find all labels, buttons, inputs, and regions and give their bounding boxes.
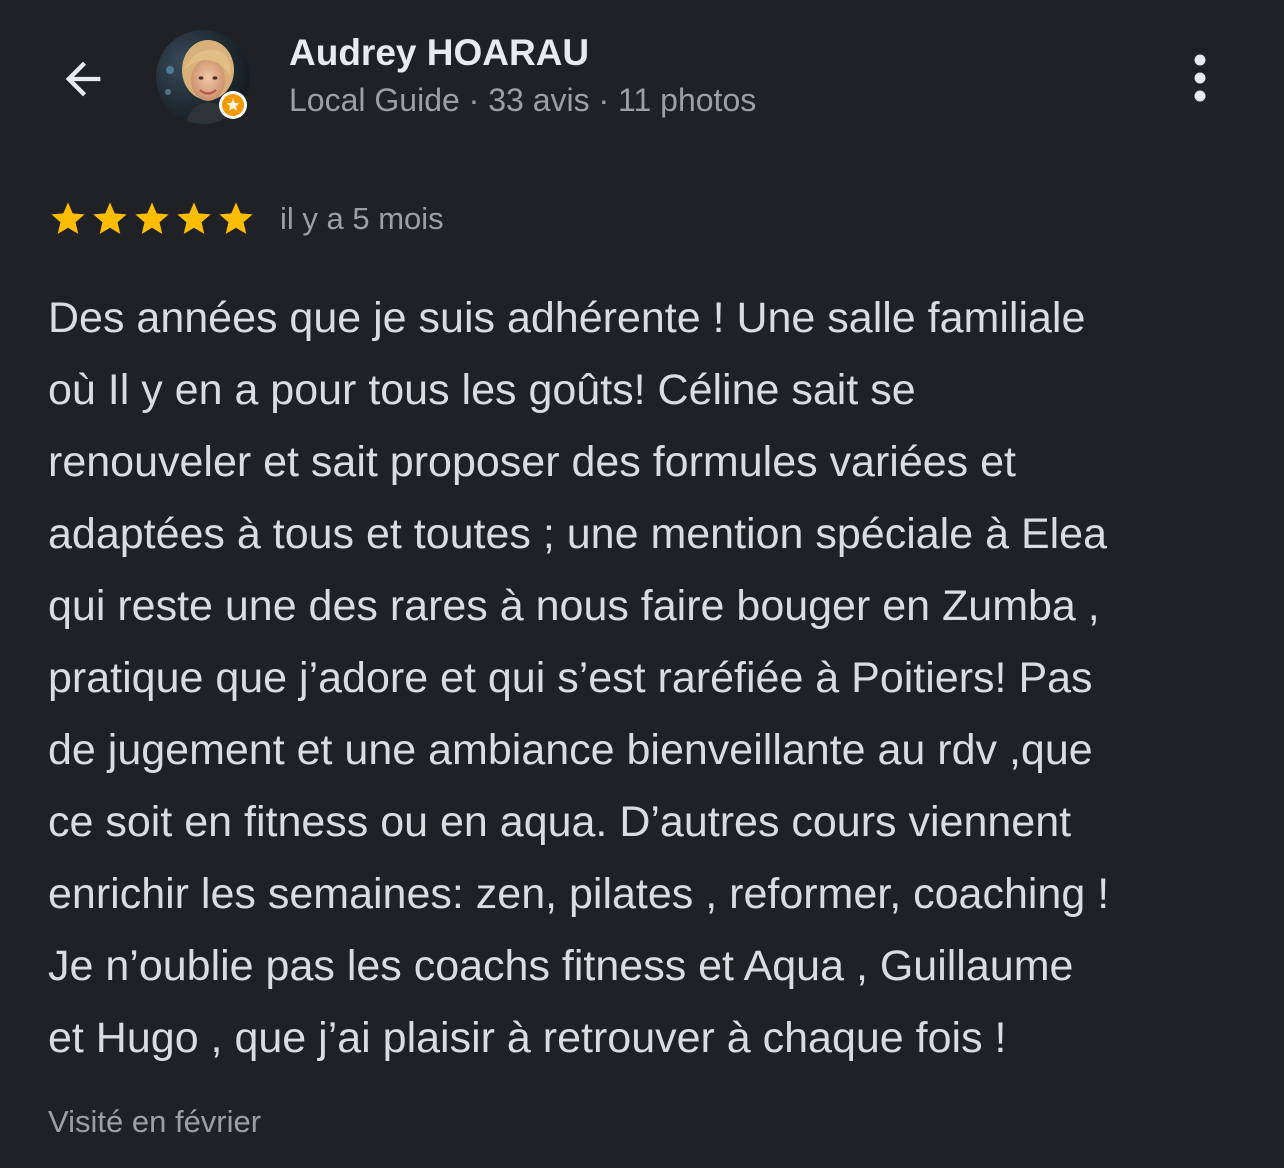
user-meta: Local Guide · 33 avis · 11 photos (289, 82, 757, 118)
local-guide-badge-icon (219, 91, 247, 119)
review-text-line: et Hugo , que j’ai plaisir à retrouver à… (48, 1014, 1007, 1062)
review-text-line: ce soit en fitness ou en aqua. D’autres … (48, 798, 1072, 846)
star-rating (48, 199, 256, 239)
more-vert-icon (1194, 54, 1206, 102)
user-name[interactable]: Audrey HOARAU (289, 32, 589, 74)
star-icon (93, 202, 127, 234)
review-date: il y a 5 mois (280, 201, 444, 236)
review-text: Des années que je suis adhérente ! Une s… (48, 282, 1248, 1074)
back-button[interactable] (52, 48, 114, 110)
review-text-line: Je n’oublie pas les coachs fitness et Aq… (48, 942, 1074, 990)
arrow-back-icon (65, 61, 101, 97)
rating-row: il y a 5 mois (48, 196, 444, 242)
star-icon (135, 202, 169, 234)
review-text-line: renouveler et sait proposer des formules… (48, 438, 1016, 486)
review-text-line: où Il y en a pour tous les goûts! Céline… (48, 366, 916, 414)
review-text-line: de jugement et une ambiance bienveillant… (48, 726, 1093, 774)
review-header: Audrey HOARAU Local Guide · 33 avis · 11… (0, 0, 1284, 160)
review-text-line: qui reste une des rares à nous faire bou… (48, 582, 1100, 630)
visited-date: Visité en février (48, 1104, 262, 1139)
star-icon (177, 202, 211, 234)
review-text-line: pratique que j’adore et qui s’est raréfi… (48, 654, 1093, 702)
more-options-button[interactable] (1170, 46, 1230, 110)
star-icon (219, 202, 253, 234)
review-text-line: adaptées à tous et toutes ; une mention … (48, 510, 1108, 558)
review-text-line: enrichir les semaines: zen, pilates , re… (48, 870, 1110, 918)
star-icon (51, 202, 85, 234)
review-text-line: Des années que je suis adhérente ! Une s… (48, 294, 1086, 342)
avatar-container (156, 30, 252, 126)
